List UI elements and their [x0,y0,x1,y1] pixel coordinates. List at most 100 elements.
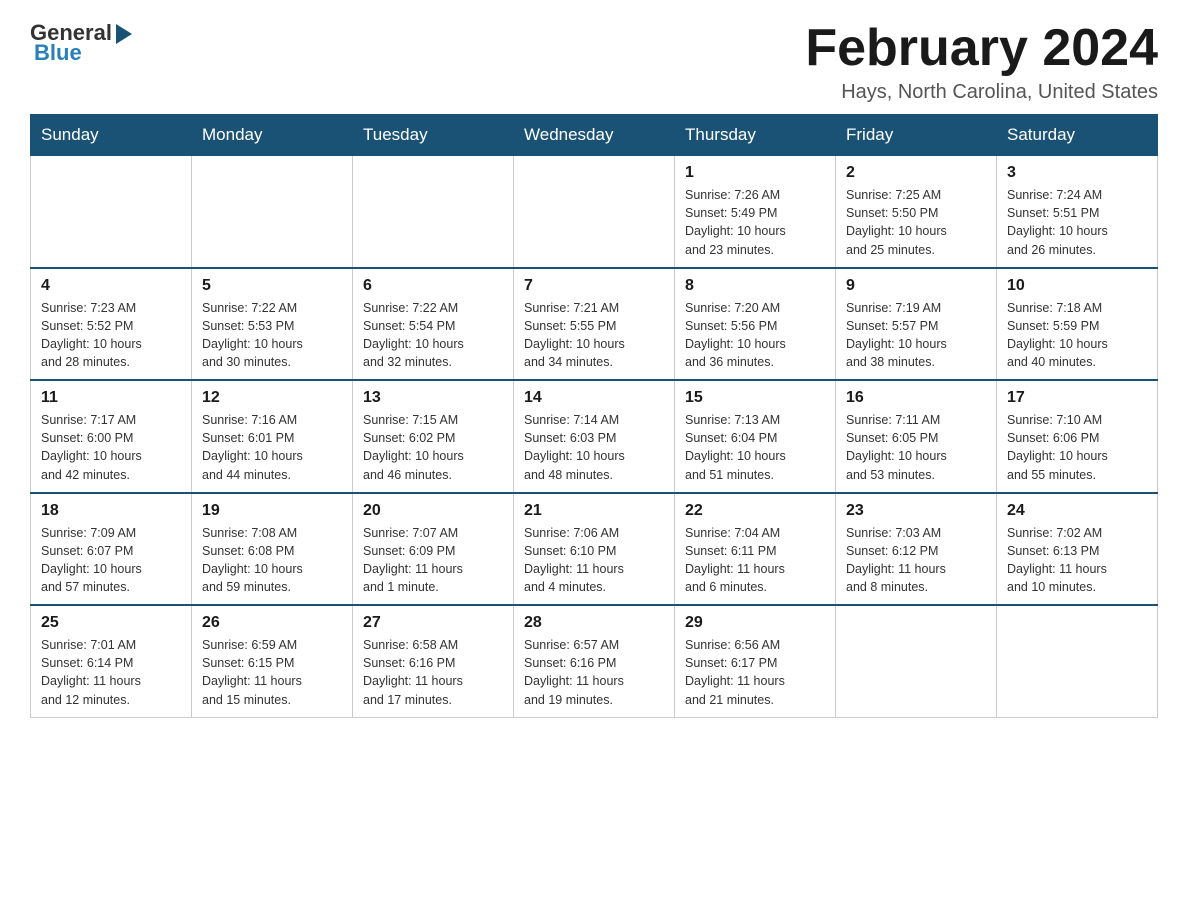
calendar-day-cell [31,156,192,268]
day-number: 3 [1007,164,1147,182]
calendar-day-cell: 18 Sunrise: 7:09 AMSunset: 6:07 PMDayligh… [31,493,192,606]
day-info: Sunrise: 7:20 AMSunset: 5:56 PMDaylight:… [685,299,825,372]
day-number: 29 [685,614,825,632]
title-section: February 2024 Hays, North Carolina, Unit… [805,20,1158,104]
day-number: 17 [1007,389,1147,407]
logo-arrow-icon [116,24,132,44]
weekday-header-row: SundayMondayTuesdayWednesdayThursdayFrid… [31,115,1158,156]
calendar-day-cell [836,605,997,717]
calendar-day-cell: 3 Sunrise: 7:24 AMSunset: 5:51 PMDaylight… [997,156,1158,268]
calendar-day-cell: 27 Sunrise: 6:58 AMSunset: 6:16 PMDayligh… [353,605,514,717]
day-number: 25 [41,614,181,632]
calendar-day-cell: 11 Sunrise: 7:17 AMSunset: 6:00 PMDayligh… [31,380,192,493]
calendar-day-cell: 13Sunrise: 7:15 AMSunset: 6:02 PMDayligh… [353,380,514,493]
calendar-day-cell: 9Sunrise: 7:19 AMSunset: 5:57 PMDaylight… [836,268,997,381]
day-info: Sunrise: 7:24 AMSunset: 5:51 PMDaylight:… [1007,186,1147,259]
day-info: Sunrise: 6:57 AMSunset: 6:16 PMDaylight:… [524,636,664,709]
day-number: 14 [524,389,664,407]
location-text: Hays, North Carolina, United States [805,81,1158,104]
weekday-header-friday: Friday [836,115,997,156]
day-info: Sunrise: 7:07 AMSunset: 6:09 PMDaylight:… [363,524,503,597]
day-number: 1 [685,164,825,182]
calendar-day-cell: 22Sunrise: 7:04 AMSunset: 6:11 PMDayligh… [675,493,836,606]
day-number: 18 [41,502,181,520]
calendar-week-row: 25 Sunrise: 7:01 AMSunset: 6:14 PMDayligh… [31,605,1158,717]
day-number: 8 [685,277,825,295]
day-number: 19 [202,502,342,520]
day-number: 26 [202,614,342,632]
day-number: 23 [846,502,986,520]
day-info: Sunrise: 7:22 AMSunset: 5:54 PMDaylight:… [363,299,503,372]
calendar-day-cell: 23 Sunrise: 7:03 AMSunset: 6:12 PMDayligh… [836,493,997,606]
day-info: Sunrise: 6:56 AMSunset: 6:17 PMDaylight:… [685,636,825,709]
page-header: General Blue February 2024 Hays, North C… [30,20,1158,104]
day-number: 5 [202,277,342,295]
day-number: 20 [363,502,503,520]
logo: General Blue [30,20,132,66]
calendar-day-cell: 1 Sunrise: 7:26 AMSunset: 5:49 PMDaylight… [675,156,836,268]
calendar-day-cell: 12 Sunrise: 7:16 AMSunset: 6:01 PMDayligh… [192,380,353,493]
logo-blue-text: Blue [32,40,82,66]
day-info: Sunrise: 7:22 AMSunset: 5:53 PMDaylight:… [202,299,342,372]
calendar-day-cell: 15Sunrise: 7:13 AMSunset: 6:04 PMDayligh… [675,380,836,493]
calendar-day-cell: 7Sunrise: 7:21 AMSunset: 5:55 PMDaylight… [514,268,675,381]
day-info: Sunrise: 7:17 AMSunset: 6:00 PMDaylight:… [41,411,181,484]
day-info: Sunrise: 7:01 AMSunset: 6:14 PMDaylight:… [41,636,181,709]
day-info: Sunrise: 7:02 AMSunset: 6:13 PMDaylight:… [1007,524,1147,597]
day-info: Sunrise: 7:23 AMSunset: 5:52 PMDaylight:… [41,299,181,372]
calendar-day-cell: 4Sunrise: 7:23 AMSunset: 5:52 PMDaylight… [31,268,192,381]
day-number: 6 [363,277,503,295]
calendar-week-row: 11 Sunrise: 7:17 AMSunset: 6:00 PMDayligh… [31,380,1158,493]
day-number: 12 [202,389,342,407]
calendar-day-cell: 10 Sunrise: 7:18 AMSunset: 5:59 PMDayligh… [997,268,1158,381]
day-info: Sunrise: 7:15 AMSunset: 6:02 PMDaylight:… [363,411,503,484]
month-title: February 2024 [805,20,1158,77]
weekday-header-saturday: Saturday [997,115,1158,156]
calendar-day-cell: 8 Sunrise: 7:20 AMSunset: 5:56 PMDaylight… [675,268,836,381]
weekday-header-wednesday: Wednesday [514,115,675,156]
calendar-day-cell: 2 Sunrise: 7:25 AMSunset: 5:50 PMDaylight… [836,156,997,268]
day-info: Sunrise: 7:08 AMSunset: 6:08 PMDaylight:… [202,524,342,597]
day-number: 2 [846,164,986,182]
calendar-day-cell: 16Sunrise: 7:11 AMSunset: 6:05 PMDayligh… [836,380,997,493]
day-number: 15 [685,389,825,407]
day-info: Sunrise: 7:10 AMSunset: 6:06 PMDaylight:… [1007,411,1147,484]
day-number: 28 [524,614,664,632]
day-info: Sunrise: 7:09 AMSunset: 6:07 PMDaylight:… [41,524,181,597]
calendar-day-cell: 19 Sunrise: 7:08 AMSunset: 6:08 PMDayligh… [192,493,353,606]
day-number: 10 [1007,277,1147,295]
day-number: 9 [846,277,986,295]
calendar-day-cell: 6 Sunrise: 7:22 AMSunset: 5:54 PMDaylight… [353,268,514,381]
day-info: Sunrise: 6:58 AMSunset: 6:16 PMDaylight:… [363,636,503,709]
calendar-day-cell [997,605,1158,717]
calendar-week-row: 4Sunrise: 7:23 AMSunset: 5:52 PMDaylight… [31,268,1158,381]
day-number: 24 [1007,502,1147,520]
calendar-day-cell: 14 Sunrise: 7:14 AMSunset: 6:03 PMDayligh… [514,380,675,493]
day-info: Sunrise: 7:03 AMSunset: 6:12 PMDaylight:… [846,524,986,597]
day-info: Sunrise: 7:14 AMSunset: 6:03 PMDaylight:… [524,411,664,484]
day-number: 21 [524,502,664,520]
calendar-day-cell: 20 Sunrise: 7:07 AMSunset: 6:09 PMDayligh… [353,493,514,606]
calendar-day-cell [514,156,675,268]
calendar-day-cell: 29 Sunrise: 6:56 AMSunset: 6:17 PMDayligh… [675,605,836,717]
day-info: Sunrise: 7:06 AMSunset: 6:10 PMDaylight:… [524,524,664,597]
day-info: Sunrise: 7:16 AMSunset: 6:01 PMDaylight:… [202,411,342,484]
weekday-header-thursday: Thursday [675,115,836,156]
weekday-header-sunday: Sunday [31,115,192,156]
weekday-header-monday: Monday [192,115,353,156]
calendar-week-row: 18 Sunrise: 7:09 AMSunset: 6:07 PMDayligh… [31,493,1158,606]
calendar-table: SundayMondayTuesdayWednesdayThursdayFrid… [30,114,1158,718]
day-info: Sunrise: 7:21 AMSunset: 5:55 PMDaylight:… [524,299,664,372]
weekday-header-tuesday: Tuesday [353,115,514,156]
day-info: Sunrise: 7:11 AMSunset: 6:05 PMDaylight:… [846,411,986,484]
calendar-day-cell: 25 Sunrise: 7:01 AMSunset: 6:14 PMDayligh… [31,605,192,717]
day-info: Sunrise: 7:04 AMSunset: 6:11 PMDaylight:… [685,524,825,597]
calendar-day-cell: 5 Sunrise: 7:22 AMSunset: 5:53 PMDaylight… [192,268,353,381]
day-info: Sunrise: 7:18 AMSunset: 5:59 PMDaylight:… [1007,299,1147,372]
day-number: 27 [363,614,503,632]
day-info: Sunrise: 7:25 AMSunset: 5:50 PMDaylight:… [846,186,986,259]
day-info: Sunrise: 7:26 AMSunset: 5:49 PMDaylight:… [685,186,825,259]
calendar-week-row: 1 Sunrise: 7:26 AMSunset: 5:49 PMDaylight… [31,156,1158,268]
calendar-day-cell: 24 Sunrise: 7:02 AMSunset: 6:13 PMDayligh… [997,493,1158,606]
day-number: 11 [41,389,181,407]
